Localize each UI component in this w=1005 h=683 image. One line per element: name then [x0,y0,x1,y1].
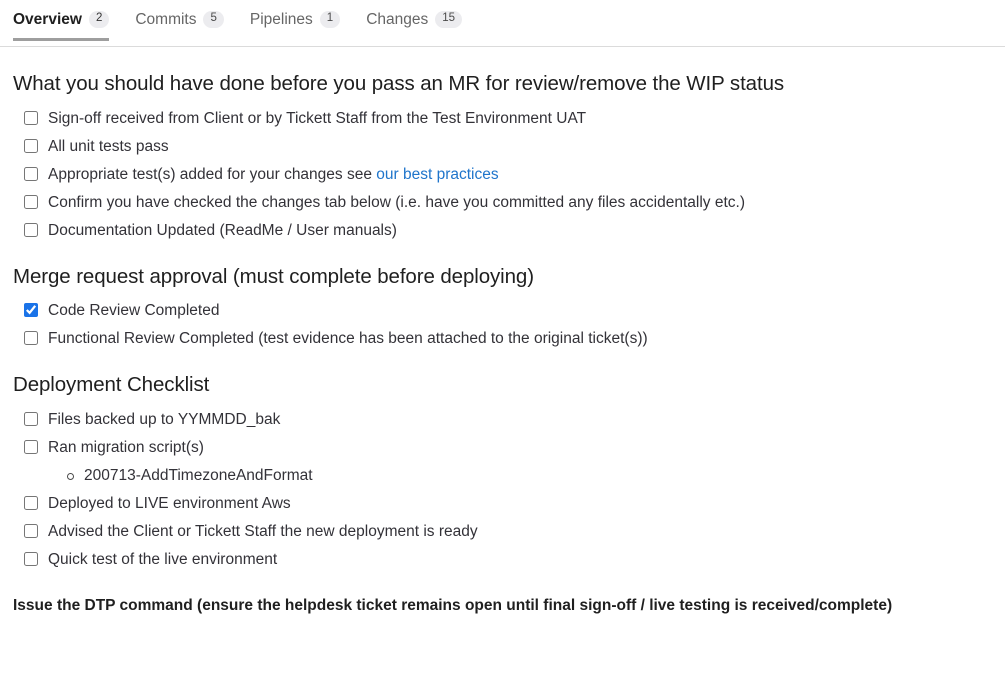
best-practices-link[interactable]: our best practices [376,166,498,183]
task-checkbox-unit-tests[interactable] [24,138,38,153]
migration-script-sub-list: 200713-AddTimezoneAndFormat [48,466,992,485]
task-list-approval: Code Review Completed Functional Review … [13,301,992,348]
section-heading-approval: Merge request approval (must complete be… [13,264,534,288]
task-checkbox-deployed-live[interactable] [24,496,38,511]
task-item: Sign-off received from Client or by Tick… [24,109,992,128]
tab-changes-label: Changes [366,10,429,28]
task-checkbox-quick-test[interactable] [24,552,38,567]
task-label: Deployed to LIVE environment Aws [48,495,291,513]
task-item: Code Review Completed [24,301,992,320]
task-item: Deployed to LIVE environment Aws [24,494,992,513]
task-label: All unit tests pass [48,137,169,155]
list-item: 200713-AddTimezoneAndFormat [66,466,992,485]
task-item: Confirm you have checked the changes tab… [24,193,992,212]
tab-commits[interactable]: Commits 5 [135,0,237,40]
tab-changes[interactable]: Changes 15 [366,0,475,40]
tab-commits-badge: 5 [203,11,224,28]
merge-request-description: What you should have done before you pas… [0,70,1005,617]
task-label: Code Review Completed [48,302,220,320]
tab-overview-label: Overview [13,10,82,28]
tab-changes-badge: 15 [435,11,463,28]
dtp-command-note: Issue the DTP command (ensure the helpde… [13,597,893,615]
task-label: Functional Review Completed (test eviden… [48,330,648,348]
section-heading-deployment: Deployment Checklist [13,373,210,397]
tab-overview-badge: 2 [88,11,110,28]
task-checkbox-documentation[interactable] [24,222,38,237]
tab-pipelines-label: Pipelines [249,10,313,28]
task-label: Sign-off received from Client or by Tick… [48,109,587,127]
task-label: Quick test of the live environment [48,551,278,569]
task-item: Appropriate test(s) added for your chang… [24,165,992,184]
task-checkbox-changes-tab[interactable] [24,194,38,209]
task-item: All unit tests pass [24,137,992,156]
task-item: Files backed up to YYMMDD_bak [24,410,992,429]
task-label: Advised the Client or Tickett Staff the … [48,523,478,541]
tab-commits-label: Commits [135,10,197,28]
task-label: Confirm you have checked the changes tab… [48,193,746,211]
task-checkbox-functional-review[interactable] [24,331,38,346]
task-checkbox-files-backed-up[interactable] [24,412,38,427]
task-item: Functional Review Completed (test eviden… [24,329,992,348]
task-label: Files backed up to YYMMDD_bak [48,411,281,429]
tab-pipelines[interactable]: Pipelines 1 [250,0,353,40]
task-list-deployment: Files backed up to YYMMDD_bak Ran migrat… [13,410,992,569]
merge-request-tabs: Overview 2 Commits 5 Pipelines 1 Changes… [0,0,1005,47]
task-label: Documentation Updated (ReadMe / User man… [48,221,397,239]
task-checkbox-advised-client[interactable] [24,524,38,539]
task-checkbox-migration-script[interactable] [24,440,38,455]
task-item: Quick test of the live environment [24,550,992,569]
task-item: Ran migration script(s) 200713-AddTimezo… [24,438,992,485]
task-checkbox-appropriate-tests[interactable] [24,166,38,181]
task-item: Documentation Updated (ReadMe / User man… [24,221,992,240]
task-item: Advised the Client or Tickett Staff the … [24,522,992,541]
task-checkbox-code-review[interactable] [24,303,38,318]
tab-overview[interactable]: Overview 2 [13,0,122,40]
tab-pipelines-badge: 1 [319,11,341,28]
task-label: Ran migration script(s) [48,439,204,457]
task-checkbox-signoff[interactable] [24,110,38,125]
task-list-pre-review: Sign-off received from Client or by Tick… [13,109,992,240]
section-heading-pre-review: What you should have done before you pas… [13,72,785,95]
task-label: Appropriate test(s) added for your chang… [48,165,377,183]
